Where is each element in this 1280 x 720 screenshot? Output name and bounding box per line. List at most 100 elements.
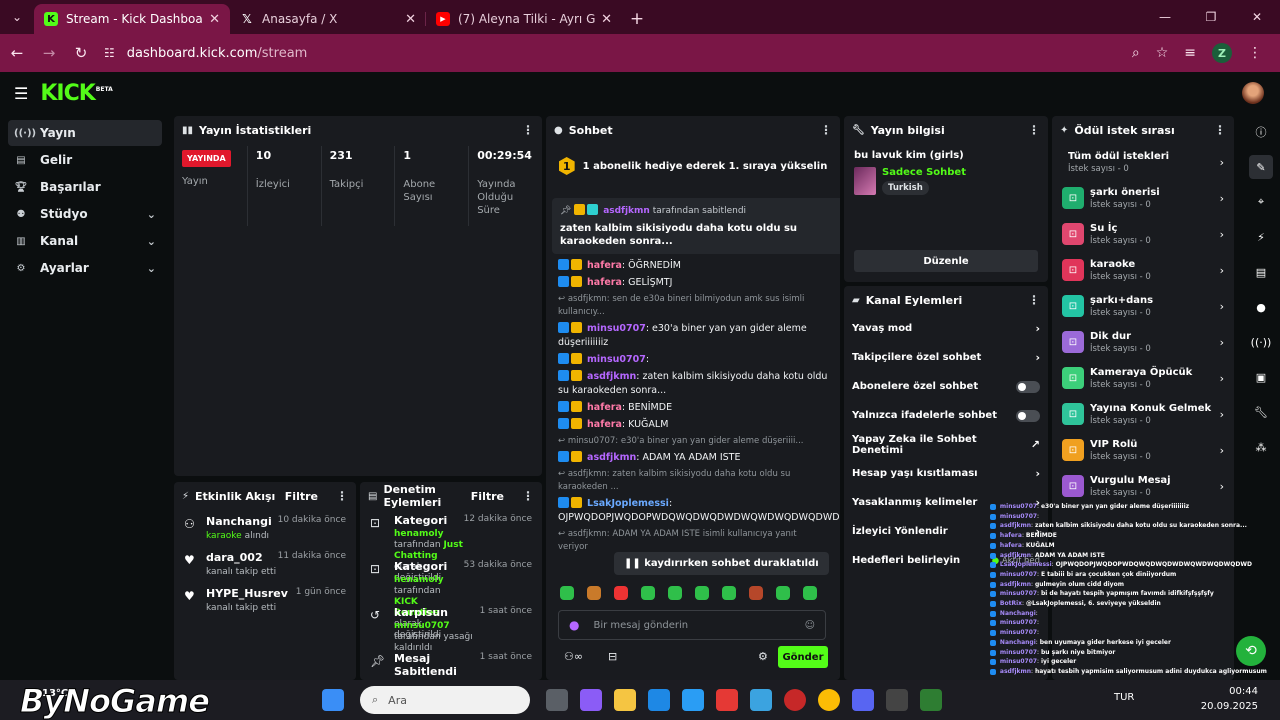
sidebar-item-basarilar[interactable]: 🏆︎ Başarılar: [8, 174, 162, 200]
layout-icon[interactable]: ▣: [1249, 365, 1273, 389]
channel-action-row[interactable]: Yapay Zeka ile Sohbet Denetimi ↗: [844, 430, 1048, 459]
reward-item[interactable]: ⊡ Su İç İstek sayısı - 0 ›: [1052, 216, 1234, 252]
minimize-icon[interactable]: —: [1142, 0, 1188, 34]
tools-icon[interactable]: 🔧︎: [1249, 400, 1273, 424]
app-icon[interactable]: [750, 689, 772, 711]
emote-icon[interactable]: [641, 586, 655, 600]
chat-message[interactable]: asdfjkmn: ADAM YA ADAM ISTE: [546, 451, 840, 465]
sidebar-item-ayarlar[interactable]: ⚙ Ayarlar ⌄: [8, 255, 162, 281]
event-user[interactable]: Nanchangi: [206, 515, 278, 528]
taskbar-search[interactable]: ⌕ Ara: [360, 686, 530, 714]
event-user[interactable]: dara_002: [206, 551, 278, 564]
chat-paused-indicator[interactable]: ❚❚ kaydırırken sohbet duraklatıldı: [614, 552, 829, 575]
sidebar-item-kanal[interactable]: ▥ Kanal ⌄: [8, 228, 162, 254]
windows-start-icon[interactable]: [322, 689, 344, 711]
mod-actor[interactable]: henamoly: [394, 575, 444, 585]
more-options-icon[interactable]: ⋮: [522, 123, 534, 137]
edge-icon[interactable]: [648, 689, 670, 711]
close-tab-icon[interactable]: ✕: [405, 12, 416, 27]
close-tab-icon[interactable]: ✕: [601, 12, 612, 27]
chat-username[interactable]: LsakJoplemessi: [587, 498, 669, 509]
emote-icon[interactable]: [776, 586, 790, 600]
chat-message[interactable]: hafera: GELİŞMTJ: [546, 276, 840, 290]
toggle-switch[interactable]: [1016, 409, 1040, 422]
chat-message[interactable]: hafera: KUĞALM: [546, 418, 840, 432]
edit-stream-button[interactable]: Düzenle: [854, 250, 1038, 272]
bolt-icon[interactable]: ⚡︎: [1249, 225, 1273, 249]
channel-action-row[interactable]: Abonelere özel sohbet: [844, 372, 1048, 401]
reply-context[interactable]: ↩ minsu0707: e30'a biner yan yan gider a…: [546, 435, 840, 448]
chrome-icon[interactable]: [818, 689, 840, 711]
reward-all-requests[interactable]: Tüm ödül istekleri İstek sayısı - 0 ›: [1052, 144, 1234, 180]
filter-button[interactable]: Filtre: [471, 490, 504, 503]
mod-actor[interactable]: henamoly: [394, 529, 444, 539]
close-tab-icon[interactable]: ✕: [209, 12, 220, 27]
more-options-icon[interactable]: ⋮: [336, 489, 348, 503]
channel-action-row[interactable]: Hesap yaşı kısıtlaması ›: [844, 459, 1048, 488]
chat-username[interactable]: asdfjkmn: [587, 452, 636, 463]
site-info-icon[interactable]: ☷: [104, 46, 115, 60]
reply-context[interactable]: ↩ asdfjkmn: zaten kalbim sikisiyodu daha…: [546, 468, 840, 494]
app-icon[interactable]: [716, 689, 738, 711]
browser-menu-icon[interactable]: ⋮: [1248, 45, 1262, 61]
more-options-icon[interactable]: ⋮: [820, 123, 832, 137]
stream-category[interactable]: Sadece Sohbet: [882, 167, 966, 178]
notes-icon[interactable]: ▤: [1249, 260, 1273, 284]
chat-message[interactable]: minsu0707: e30'a biner yan yan gider ale…: [546, 322, 840, 350]
reward-item[interactable]: ⊡ karaoke İstek sayısı - 0 ›: [1052, 252, 1234, 288]
toggle-switch[interactable]: [1016, 380, 1040, 393]
back-icon[interactable]: ←: [2, 38, 32, 68]
browser-tab-kick[interactable]: K Stream - Kick Dashboard ✕: [34, 4, 230, 34]
event-user[interactable]: HYPE_Husrev: [206, 587, 296, 600]
chat-username[interactable]: hafera: [587, 277, 622, 288]
reward-item[interactable]: ⊡ Vurgulu Mesaj İstek sayısı - 0 ›: [1052, 468, 1234, 504]
channel-action-row[interactable]: Takipçilere özel sohbet ›: [844, 343, 1048, 372]
emote-icon[interactable]: [803, 586, 817, 600]
profile-avatar[interactable]: Z: [1212, 43, 1232, 63]
chat-username[interactable]: hafera: [587, 419, 622, 430]
chat-username[interactable]: minsu0707: [587, 323, 646, 334]
emote-icon[interactable]: [668, 586, 682, 600]
chat-settings-icon[interactable]: ⚙: [758, 650, 768, 663]
reward-item[interactable]: ⊡ VIP Rolü İstek sayısı - 0 ›: [1052, 432, 1234, 468]
chat-username[interactable]: hafera: [587, 260, 622, 271]
apps-icon[interactable]: ⁂: [1249, 435, 1273, 459]
chat-message-list[interactable]: hafera: ÖĞRNEDİM hafera: GELİŞMTJ ↩ asdfj…: [546, 256, 840, 556]
zoom-icon[interactable]: ⌕: [1132, 45, 1140, 61]
more-options-icon[interactable]: ⋮: [522, 489, 534, 503]
broadcast-icon[interactable]: ((·)): [1249, 330, 1273, 354]
more-options-icon[interactable]: ⋮: [1214, 123, 1226, 137]
sub-gift-banner[interactable]: 1 1 abonelik hediye ederek 1. sıraya yüks…: [546, 148, 840, 184]
close-window-icon[interactable]: ✕: [1234, 0, 1280, 34]
emote-icon[interactable]: [560, 586, 574, 600]
store-icon[interactable]: ⊟: [608, 650, 617, 663]
chat-icon[interactable]: ●: [1249, 295, 1273, 319]
task-view-icon[interactable]: [546, 689, 568, 711]
chat-username[interactable]: asdfjkmn: [587, 371, 636, 382]
reward-item[interactable]: ⊡ Kameraya Öpücük İstek sayısı - 0 ›: [1052, 360, 1234, 396]
channel-action-row[interactable]: Yavaş mod ›: [844, 314, 1048, 343]
emote-icon[interactable]: [695, 586, 709, 600]
reward-item[interactable]: ⊡ şarkı+dans İstek sayısı - 0 ›: [1052, 288, 1234, 324]
browser-tab-youtube[interactable]: ▶ (7) Aleyna Tilki - Ayrı Gitme / Ka ✕: [426, 4, 622, 34]
support-fab-icon[interactable]: ⟲: [1236, 636, 1266, 666]
channel-points-icon[interactable]: ⚇∞: [564, 650, 583, 663]
chat-username[interactable]: minsu0707: [587, 354, 646, 365]
focus-icon[interactable]: ⌖: [1249, 190, 1273, 214]
maximize-icon[interactable]: ❐: [1188, 0, 1234, 34]
reward-item[interactable]: ⊡ Dik dur İstek sayısı - 0 ›: [1052, 324, 1234, 360]
chat-message[interactable]: minsu0707:: [546, 353, 840, 367]
pinned-user[interactable]: asdfjkmn: [603, 206, 650, 216]
edit-pencil-icon[interactable]: ✎: [1249, 155, 1273, 179]
reply-context[interactable]: ↩ asdfjkmn: ADAM YA ADAM ISTE isimli kul…: [546, 528, 840, 554]
tab-search-icon[interactable]: ⌄: [0, 0, 34, 34]
chat-message[interactable]: LsakJoplemessi: OJPWQDOPJWQDOPWDQWQDWQDW…: [546, 497, 840, 525]
copilot-icon[interactable]: [580, 689, 602, 711]
sidebar-item-gelir[interactable]: ▤ Gelir: [8, 147, 162, 173]
emote-icon[interactable]: [749, 586, 763, 600]
more-options-icon[interactable]: ⋮: [1028, 293, 1040, 307]
send-button[interactable]: Gönder: [778, 646, 828, 668]
sidebar-item-yayin[interactable]: ((·)) Yayın: [8, 120, 162, 146]
chat-message[interactable]: hafera: BENİMDE: [546, 401, 840, 415]
reload-icon[interactable]: ↻: [66, 38, 96, 68]
